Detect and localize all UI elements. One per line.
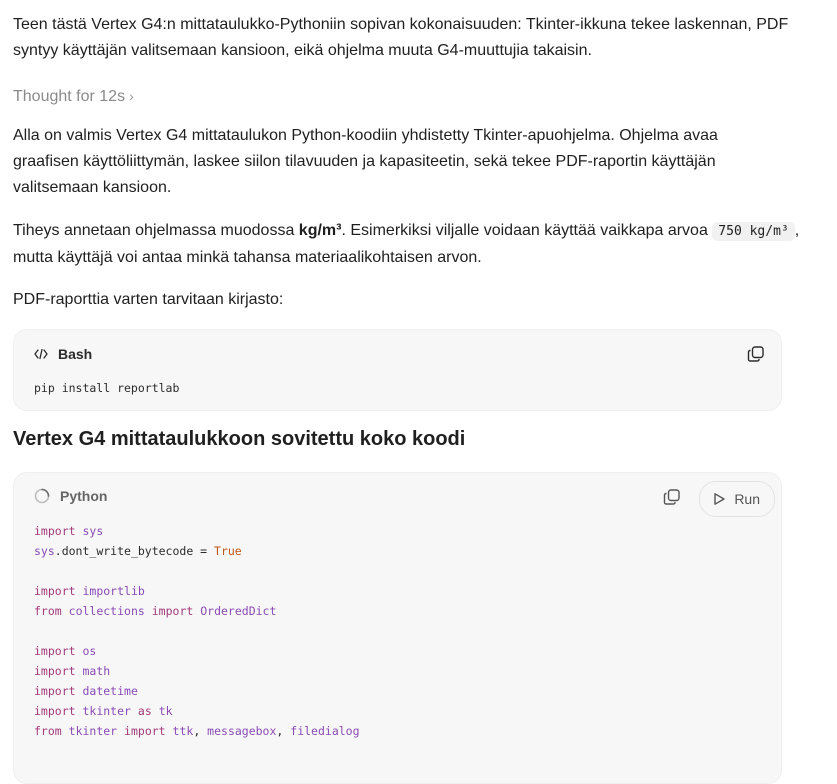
intro-line-1: Teen tästä Vertex G4:n mittataulukko-Pyt… xyxy=(13,16,789,33)
code-line: import datetime xyxy=(34,684,138,698)
para2-text-post: , xyxy=(794,222,800,239)
inline-code-density: 750 kg/m³ xyxy=(712,222,795,241)
run-label: Run xyxy=(734,491,760,507)
copy-icon xyxy=(663,489,680,505)
thought-toggle[interactable]: Thought for 12s › xyxy=(13,84,134,109)
code-icon xyxy=(34,348,48,360)
code-line: import math xyxy=(34,664,111,678)
thought-label: Thought for 12s xyxy=(13,88,126,105)
run-button[interactable]: Run xyxy=(699,481,775,517)
density-unit-bold: kg/m³ xyxy=(298,222,342,239)
para2-text-mid: . Esimerkiksi viljalle voidaan käyttää v… xyxy=(341,222,713,239)
section-heading: Vertex G4 mittataulukkoon sovitettu koko… xyxy=(13,428,466,450)
intro-line-2: syntyy käyttäjän valitsemaan kansioon, e… xyxy=(13,42,592,59)
answer-paragraph-1: Alla on valmis Vertex G4 mittataulukon P… xyxy=(13,123,803,201)
bash-code-header: Bash xyxy=(34,346,92,362)
para2-line-2: mutta käyttäjä voi antaa minkä tahansa m… xyxy=(13,249,482,266)
code-line: import importlib xyxy=(34,584,145,598)
python-code-text: import sys sys.dont_write_bytecode = Tru… xyxy=(34,521,360,741)
play-icon xyxy=(714,493,726,505)
copy-icon xyxy=(747,346,764,362)
bash-code-text: pip install reportlab xyxy=(34,381,180,395)
chevron-right-icon: › xyxy=(129,88,134,104)
para2-line-1: Tiheys annetaan ohjelmassa muodossa kg/m… xyxy=(13,218,803,245)
loading-spinner-icon xyxy=(34,488,50,504)
chat-response: Teen tästä Vertex G4:n mittataulukko-Pyt… xyxy=(0,0,837,784)
code-line: from collections import OrderedDict xyxy=(34,604,277,618)
code-line: import sys xyxy=(34,524,104,538)
answer-paragraph-2: Tiheys annetaan ohjelmassa muodossa kg/m… xyxy=(13,218,803,271)
code-line: import tkinter as tk xyxy=(34,704,173,718)
para2-text-pre: Tiheys annetaan ohjelmassa muodossa xyxy=(13,222,299,239)
python-code-block: Python Run import sys sys.dont_write_byt… xyxy=(13,472,782,784)
answer-paragraph-3: PDF-raporttia varten tarvitaan kirjasto: xyxy=(13,291,284,308)
bash-lang-label: Bash xyxy=(58,346,93,362)
bash-copy-button[interactable] xyxy=(745,343,767,365)
code-line: from tkinter import ttk, messagebox, fil… xyxy=(34,724,360,738)
python-copy-button[interactable] xyxy=(661,486,683,508)
code-line: sys.dont_write_bytecode = True xyxy=(34,544,242,558)
para1-line-1: Alla on valmis Vertex G4 mittataulukon P… xyxy=(13,127,718,144)
python-lang-label: Python xyxy=(60,488,108,504)
bash-code-block: Bash pip install reportlab xyxy=(13,329,782,411)
code-line: import os xyxy=(34,644,97,658)
python-code-header: Python xyxy=(34,488,107,504)
intro-paragraph: Teen tästä Vertex G4:n mittataulukko-Pyt… xyxy=(13,12,803,64)
para1-line-2: graafisen käyttöliittymän, laskee siilon… xyxy=(13,153,716,170)
para1-line-3: valitsemaan kansioon. xyxy=(13,179,172,196)
